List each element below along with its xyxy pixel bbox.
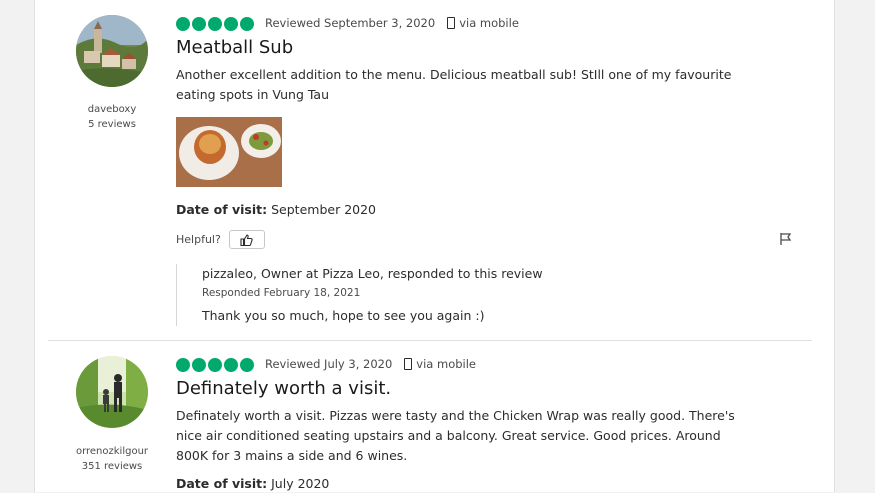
helpful-label: Helpful? [176, 233, 221, 246]
reviewed-date: Reviewed September 3, 2020 [265, 16, 436, 30]
rating-bubble [224, 358, 238, 372]
rating-bubble [240, 17, 254, 31]
mobile-phone-icon [447, 17, 456, 29]
rating-bubble [192, 17, 206, 31]
avatar[interactable] [76, 15, 148, 87]
rating-bubbles [176, 17, 254, 31]
review-photo[interactable] [176, 117, 282, 187]
rating-bubble [224, 17, 238, 31]
date-of-visit: Date of visit: September 2020 [176, 202, 376, 217]
review-title[interactable]: Meatball Sub [176, 37, 293, 58]
avatar[interactable] [76, 356, 148, 428]
rating-bubble [176, 17, 190, 31]
rating-bubble [176, 358, 190, 372]
username[interactable]: orrenozkilgour [48, 446, 176, 457]
review-meta: Reviewed July 3, 2020 via mobile [265, 357, 476, 371]
via-mobile: via mobile [416, 357, 477, 371]
review-count: 351 reviews [81, 461, 143, 472]
date-of-visit-value: July 2020 [271, 476, 330, 491]
rating-bubble [240, 358, 254, 372]
date-of-visit-label: Date of visit: [176, 476, 268, 491]
mobile-phone-icon [404, 358, 413, 370]
review-text: Definately worth a visit. Pizzas were ta… [176, 408, 735, 463]
review-card: daveboxy 5 reviews Reviewed September 3,… [48, 0, 812, 340]
review-count: 5 reviews [88, 119, 136, 130]
rating-bubble [208, 358, 222, 372]
date-of-visit-label: Date of visit: [176, 202, 268, 217]
reviewed-date: Reviewed July 3, 2020 [265, 357, 393, 371]
rating-bubble [208, 17, 222, 31]
helpful-button[interactable] [228, 230, 265, 249]
review-card: orrenozkilgour 351 reviews Reviewed July… [48, 340, 812, 493]
via-mobile: via mobile [459, 16, 519, 30]
owner-response: pizzaleo, Owner at Pizza Leo, responded … [176, 264, 776, 326]
review-text: Another excellent addition to the menu. … [176, 67, 732, 102]
date-of-visit: Date of visit: July 2020 [176, 476, 329, 491]
response-text: Thank you so much, hope to see you again… [202, 308, 485, 323]
response-date: Responded February 18, 2021 [202, 287, 361, 299]
flag-icon[interactable] [779, 232, 793, 246]
review-title[interactable]: Definately worth a visit. [176, 378, 391, 399]
review-meta: Reviewed September 3, 2020 via mobile [265, 16, 519, 30]
helpful-row: Helpful? [176, 230, 265, 249]
username[interactable]: daveboxy [48, 104, 176, 115]
date-of-visit-value: September 2020 [271, 202, 377, 217]
thumbs-up-icon [240, 233, 253, 246]
response-title: pizzaleo, Owner at Pizza Leo, responded … [202, 266, 543, 281]
rating-bubbles [176, 358, 254, 372]
rating-bubble [192, 358, 206, 372]
